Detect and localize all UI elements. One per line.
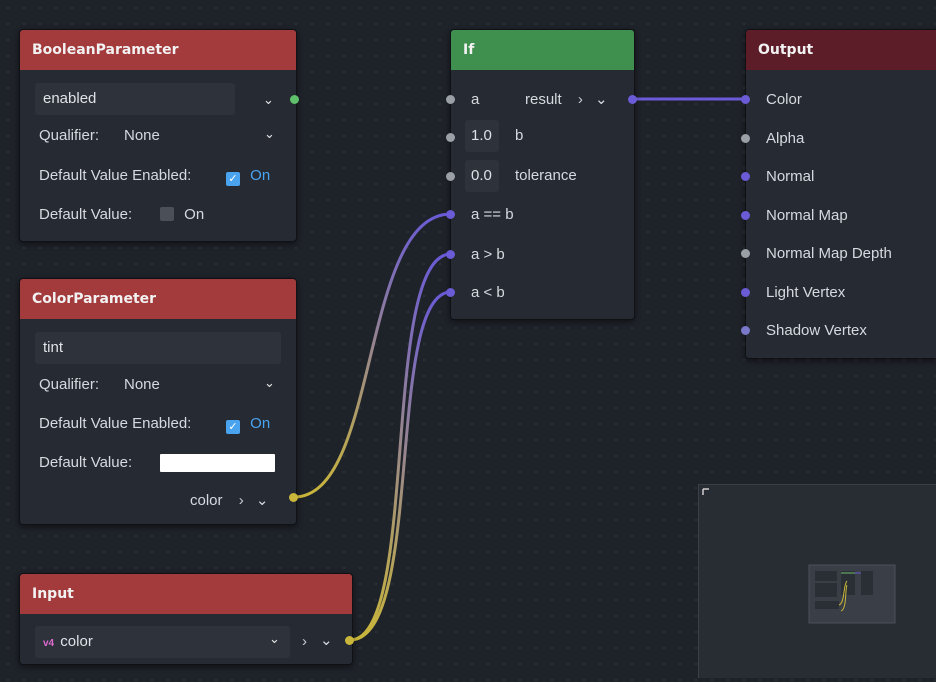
output-light-vertex-port[interactable] bbox=[741, 288, 750, 297]
minimap-canvas[interactable] bbox=[699, 485, 936, 678]
wire-input-to-lt bbox=[349, 290, 452, 642]
output-shadow-vertex-port[interactable] bbox=[741, 326, 750, 335]
input-type-select[interactable]: v4 color ⌄ bbox=[35, 626, 290, 658]
boolean-output-port[interactable] bbox=[290, 95, 299, 104]
chevron-down-icon[interactable]: ⌄ bbox=[256, 492, 269, 509]
default-color-swatch[interactable] bbox=[160, 454, 275, 472]
minimap[interactable] bbox=[698, 484, 936, 678]
output-port-normal-label: Normal bbox=[766, 168, 815, 185]
input-a-label: a bbox=[471, 91, 480, 108]
qualifier-label: Qualifier: bbox=[39, 127, 100, 144]
default-value-enabled-toggle[interactable]: ✓ On bbox=[226, 409, 270, 439]
chevron-down-icon[interactable]: ⌄ bbox=[595, 91, 608, 108]
parameter-name-input[interactable]: tint bbox=[35, 332, 281, 364]
if-title[interactable]: If bbox=[451, 30, 634, 70]
if-input-gt-port[interactable] bbox=[446, 250, 455, 259]
if-input-tolerance-port[interactable] bbox=[446, 172, 455, 181]
input-b-label: b bbox=[515, 127, 524, 144]
chevron-right-icon[interactable]: › bbox=[239, 492, 244, 509]
default-value-enabled-label: Default Value Enabled: bbox=[39, 415, 192, 432]
input-title[interactable]: Input bbox=[20, 574, 352, 614]
default-value-enabled-toggle[interactable]: ✓ On bbox=[226, 161, 270, 191]
default-value-label: Default Value: bbox=[39, 206, 133, 223]
input-type-value: color bbox=[60, 633, 93, 650]
boolean-parameter-title[interactable]: BooleanParameter bbox=[20, 30, 296, 70]
default-value-state: On bbox=[184, 206, 205, 223]
if-output-result-port[interactable] bbox=[628, 95, 637, 104]
wire-input-to-gt bbox=[349, 252, 452, 642]
tolerance-value-input[interactable]: 0.0 bbox=[465, 160, 499, 192]
output-normal-map-port[interactable] bbox=[741, 211, 750, 220]
checkbox-unchecked-icon[interactable] bbox=[160, 207, 174, 221]
output-port-color-label: Color bbox=[766, 91, 802, 108]
checkbox-checked-icon[interactable]: ✓ bbox=[226, 172, 240, 186]
qualifier-value: None bbox=[124, 376, 160, 393]
input-node[interactable]: Input v4 color ⌄ › ⌄ bbox=[19, 573, 353, 665]
b-value-input[interactable]: 1.0 bbox=[465, 120, 499, 152]
chevron-down-icon: ⌄ bbox=[269, 631, 280, 646]
if-input-b-port[interactable] bbox=[446, 133, 455, 142]
output-port-normal-map-label: Normal Map bbox=[766, 207, 848, 224]
qualifier-value: None bbox=[124, 127, 160, 144]
if-input-eq-port[interactable] bbox=[446, 210, 455, 219]
default-value-enabled-label: Default Value Enabled: bbox=[39, 167, 192, 184]
qualifier-label: Qualifier: bbox=[39, 376, 100, 393]
chevron-down-icon: ⌄ bbox=[264, 375, 275, 390]
tolerance-label: tolerance bbox=[515, 167, 577, 184]
qualifier-select[interactable]: None ⌄ bbox=[124, 121, 280, 151]
result-label: result bbox=[525, 91, 562, 108]
chevron-down-icon[interactable]: ⌄ bbox=[263, 92, 274, 108]
default-value-enabled-state: On bbox=[250, 415, 271, 432]
chevron-down-icon: ⌄ bbox=[264, 126, 275, 141]
a-less-b-label: a < b bbox=[471, 284, 505, 301]
wire-color-to-eq bbox=[293, 212, 452, 499]
a-greater-b-label: a > b bbox=[471, 246, 505, 263]
if-input-lt-port[interactable] bbox=[446, 288, 455, 297]
qualifier-select[interactable]: None ⌄ bbox=[124, 370, 280, 400]
chevron-right-icon[interactable]: › bbox=[578, 91, 583, 108]
output-port-light-vertex-label: Light Vertex bbox=[766, 284, 846, 301]
color-parameter-node[interactable]: ColorParameter tint Qualifier: None ⌄ De… bbox=[19, 278, 297, 525]
default-value-enabled-state: On bbox=[250, 167, 271, 184]
vec4-icon: v4 bbox=[43, 638, 55, 649]
default-value-label: Default Value: bbox=[39, 454, 133, 471]
a-equals-b-label: a == b bbox=[471, 206, 514, 223]
if-node[interactable]: If a result › ⌄ 1.0 b 0.0 tolerance a ==… bbox=[450, 29, 635, 320]
output-title[interactable]: Output bbox=[746, 30, 936, 70]
color-parameter-title[interactable]: ColorParameter bbox=[20, 279, 296, 319]
chevron-right-icon[interactable]: › bbox=[302, 633, 307, 650]
output-node[interactable]: Output Color Alpha Normal Normal Map Nor… bbox=[745, 29, 936, 359]
output-color-port[interactable] bbox=[741, 95, 750, 104]
output-port-normal-map-depth-label: Normal Map Depth bbox=[766, 245, 892, 262]
output-normal-map-depth-port[interactable] bbox=[741, 249, 750, 258]
output-port-alpha-label: Alpha bbox=[766, 130, 805, 147]
color-output-port[interactable] bbox=[289, 493, 298, 502]
color-output-label: color bbox=[190, 492, 223, 509]
checkbox-checked-icon[interactable]: ✓ bbox=[226, 420, 240, 434]
minimap-corner-icon bbox=[702, 488, 709, 495]
output-port-shadow-vertex-label: Shadow Vertex bbox=[766, 322, 867, 339]
default-value-toggle[interactable]: On bbox=[160, 200, 204, 230]
boolean-parameter-node[interactable]: BooleanParameter enabled ⌄ Qualifier: No… bbox=[19, 29, 297, 242]
output-alpha-port[interactable] bbox=[741, 134, 750, 143]
parameter-name-input[interactable]: enabled bbox=[35, 83, 235, 115]
if-input-a-port[interactable] bbox=[446, 95, 455, 104]
chevron-down-icon[interactable]: ⌄ bbox=[320, 631, 333, 649]
output-normal-port[interactable] bbox=[741, 172, 750, 181]
input-output-port[interactable] bbox=[345, 636, 354, 645]
